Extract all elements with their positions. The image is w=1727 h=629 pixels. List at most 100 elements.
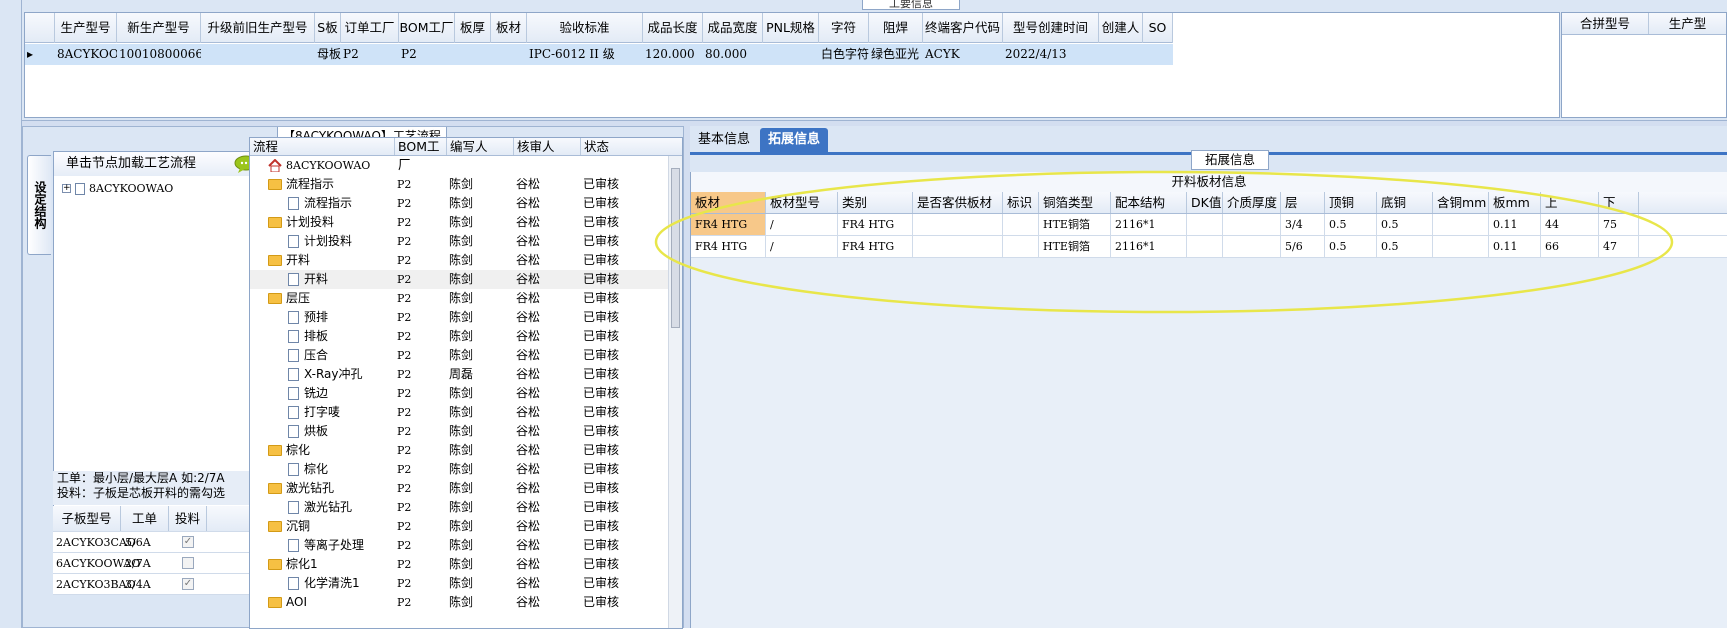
material-cell[interactable]: 3/4 [1281, 214, 1325, 235]
feed-checkbox[interactable]: ✓ [182, 536, 194, 548]
flow-row[interactable]: 激光钻孔 P2 陈剑 谷松 已审核 [250, 479, 682, 498]
cell-16[interactable] [1099, 44, 1143, 65]
col-status[interactable]: 状态 [581, 138, 669, 155]
col-0[interactable]: 生产型号 [55, 13, 117, 43]
mat-col-13[interactable]: 板mm [1489, 192, 1541, 213]
col-writer[interactable]: 编写人 [447, 138, 514, 155]
mat-col-10[interactable]: 顶铜 [1325, 192, 1377, 213]
material-cell[interactable] [1003, 214, 1039, 235]
flow-row[interactable]: 沉铜 P2 陈剑 谷松 已审核 [250, 517, 682, 536]
flow-row[interactable]: AOI P2 陈剑 谷松 已审核 [250, 593, 682, 612]
mat-col-6[interactable]: 配本结构 [1111, 192, 1187, 213]
tree-node-root[interactable]: + 8ACYKOOWAO [62, 182, 173, 195]
material-cell[interactable] [1187, 214, 1223, 235]
mat-col-12[interactable]: 含铜mm [1433, 192, 1489, 213]
flow-row[interactable]: 流程指示 P2 陈剑 谷松 已审核 [250, 194, 682, 213]
cell-13[interactable]: 绿色亚光 [869, 44, 923, 65]
cell-17[interactable] [1143, 44, 1173, 65]
flow-row[interactable]: 排板 P2 陈剑 谷松 已审核 [250, 327, 682, 346]
material-cell[interactable]: FR4 HTG [691, 214, 766, 235]
col-sub-model[interactable]: 子板型号 [53, 506, 121, 531]
feed-checkbox[interactable]: ✓ [182, 578, 194, 590]
material-cell[interactable]: 5/6 [1281, 236, 1325, 257]
flow-row[interactable]: 等离子处理 P2 陈剑 谷松 已审核 [250, 536, 682, 555]
mat-col-8[interactable]: 介质厚度 [1223, 192, 1281, 213]
material-cell[interactable]: FR4 HTG [838, 236, 913, 257]
merge-col-model[interactable]: 合拼型号 [1562, 13, 1649, 34]
material-cell[interactable]: FR4 HTG [691, 236, 766, 257]
material-cell[interactable]: 2116*1 [1111, 236, 1187, 257]
material-cell[interactable]: 66 [1541, 236, 1599, 257]
flow-row[interactable]: 开料 P2 陈剑 谷松 已审核 [250, 270, 682, 289]
cell-4[interactable]: P2 [341, 44, 399, 65]
flow-scrollbar[interactable] [668, 156, 682, 628]
col-9[interactable]: 成品长度 [643, 13, 703, 43]
mat-col-9[interactable]: 层 [1281, 192, 1325, 213]
col-17[interactable]: SO [1143, 13, 1173, 43]
flow-row[interactable]: 铣边 P2 陈剑 谷松 已审核 [250, 384, 682, 403]
col-4[interactable]: 订单工厂 [341, 13, 399, 43]
flow-row[interactable]: 8ACYKOOWAO [250, 156, 682, 175]
cell-10[interactable]: 80.000 [703, 44, 763, 65]
col-feed[interactable]: 投料 [169, 506, 207, 531]
mat-col-11[interactable]: 底铜 [1377, 192, 1433, 213]
col-5[interactable]: BOM工厂 [399, 13, 455, 43]
flow-row[interactable]: 压合 P2 陈剑 谷松 已审核 [250, 346, 682, 365]
material-cell[interactable]: 75 [1599, 214, 1639, 235]
flow-row[interactable]: 计划投料 P2 陈剑 谷松 已审核 [250, 232, 682, 251]
col-11[interactable]: PNL规格 [763, 13, 819, 43]
material-row[interactable]: FR4 HTG / FR4 HTG HTE铜箔 2116*1 3/4 0.5 0.5 0.11 4… [691, 214, 1727, 236]
flow-row[interactable]: 开料 P2 陈剑 谷松 已审核 [250, 251, 682, 270]
material-cell[interactable] [1433, 214, 1489, 235]
merge-col-prod[interactable]: 生产型 [1649, 13, 1726, 34]
material-row[interactable]: FR4 HTG / FR4 HTG HTE铜箔 2116*1 5/6 0.5 0.5 0.11 6… [691, 236, 1727, 258]
mat-col-5[interactable]: 铜箔类型 [1039, 192, 1111, 213]
flow-row[interactable]: 棕化 P2 陈剑 谷松 已审核 [250, 441, 682, 460]
flow-row[interactable]: 激光钻孔 P2 陈剑 谷松 已审核 [250, 498, 682, 517]
material-cell[interactable]: FR4 HTG [838, 214, 913, 235]
flow-row[interactable]: 烘板 P2 陈剑 谷松 已审核 [250, 422, 682, 441]
material-cell[interactable] [913, 214, 1003, 235]
mat-col-14[interactable]: 上 [1541, 192, 1599, 213]
cell-3[interactable]: 母板 [315, 44, 341, 65]
flow-row[interactable]: 棕化1 P2 陈剑 谷松 已审核 [250, 555, 682, 574]
col-flow[interactable]: 流程 [250, 138, 395, 155]
col-3[interactable]: S板 [315, 13, 341, 43]
flow-row[interactable]: 打字唛 P2 陈剑 谷松 已审核 [250, 403, 682, 422]
mat-col-3[interactable]: 是否客供板材 [913, 192, 1003, 213]
flow-row[interactable]: 化学清洗1 P2 陈剑 谷松 已审核 [250, 574, 682, 593]
material-cell[interactable] [1223, 214, 1281, 235]
cell-11[interactable] [763, 44, 819, 65]
col-12[interactable]: 字符 [819, 13, 869, 43]
sub-board-row[interactable]: 2ACYKO3CAO 5/6A ✓ [53, 532, 265, 553]
tab-basic-info[interactable]: 基本信息 [690, 128, 758, 152]
material-cell[interactable]: 0.11 [1489, 214, 1541, 235]
product-grid-row[interactable]: ▸8ACYKOOWAO10010800066498母板P2P2IPC-6012 … [25, 44, 1173, 65]
cell-9[interactable]: 120.000 [643, 44, 703, 65]
material-cell[interactable] [1003, 236, 1039, 257]
mat-col-0[interactable]: 板材 [691, 192, 766, 213]
flow-row[interactable]: X-Ray冲孔 P2 周磊 谷松 已审核 [250, 365, 682, 384]
tab-extended-info[interactable]: 拓展信息 [760, 128, 829, 152]
col-6[interactable]: 板厚 [455, 13, 491, 43]
material-cell[interactable]: 0.5 [1377, 214, 1433, 235]
cell-0[interactable]: 8ACYKOOWAO [55, 44, 117, 65]
material-cell[interactable]: HTE铜箔 [1039, 214, 1111, 235]
material-cell[interactable]: / [766, 214, 838, 235]
col-order[interactable]: 工单 [121, 506, 169, 531]
col-bom[interactable]: BOM工厂 [395, 138, 447, 172]
material-cell[interactable]: 0.5 [1325, 214, 1377, 235]
material-cell[interactable]: HTE铜箔 [1039, 236, 1111, 257]
scroll-thumb[interactable] [671, 168, 680, 328]
material-cell[interactable] [1187, 236, 1223, 257]
cell-5[interactable]: P2 [399, 44, 455, 65]
mat-col-7[interactable]: DK值 [1187, 192, 1223, 213]
mat-col-1[interactable]: 板材型号 [766, 192, 838, 213]
mat-col-2[interactable]: 类别 [838, 192, 913, 213]
col-7[interactable]: 板材 [491, 13, 527, 43]
material-cell[interactable]: 44 [1541, 214, 1599, 235]
material-cell[interactable]: / [766, 236, 838, 257]
col-15[interactable]: 型号创建时间 [1003, 13, 1099, 43]
col-2[interactable]: 升级前旧生产型号 [201, 13, 315, 43]
material-cell[interactable] [913, 236, 1003, 257]
